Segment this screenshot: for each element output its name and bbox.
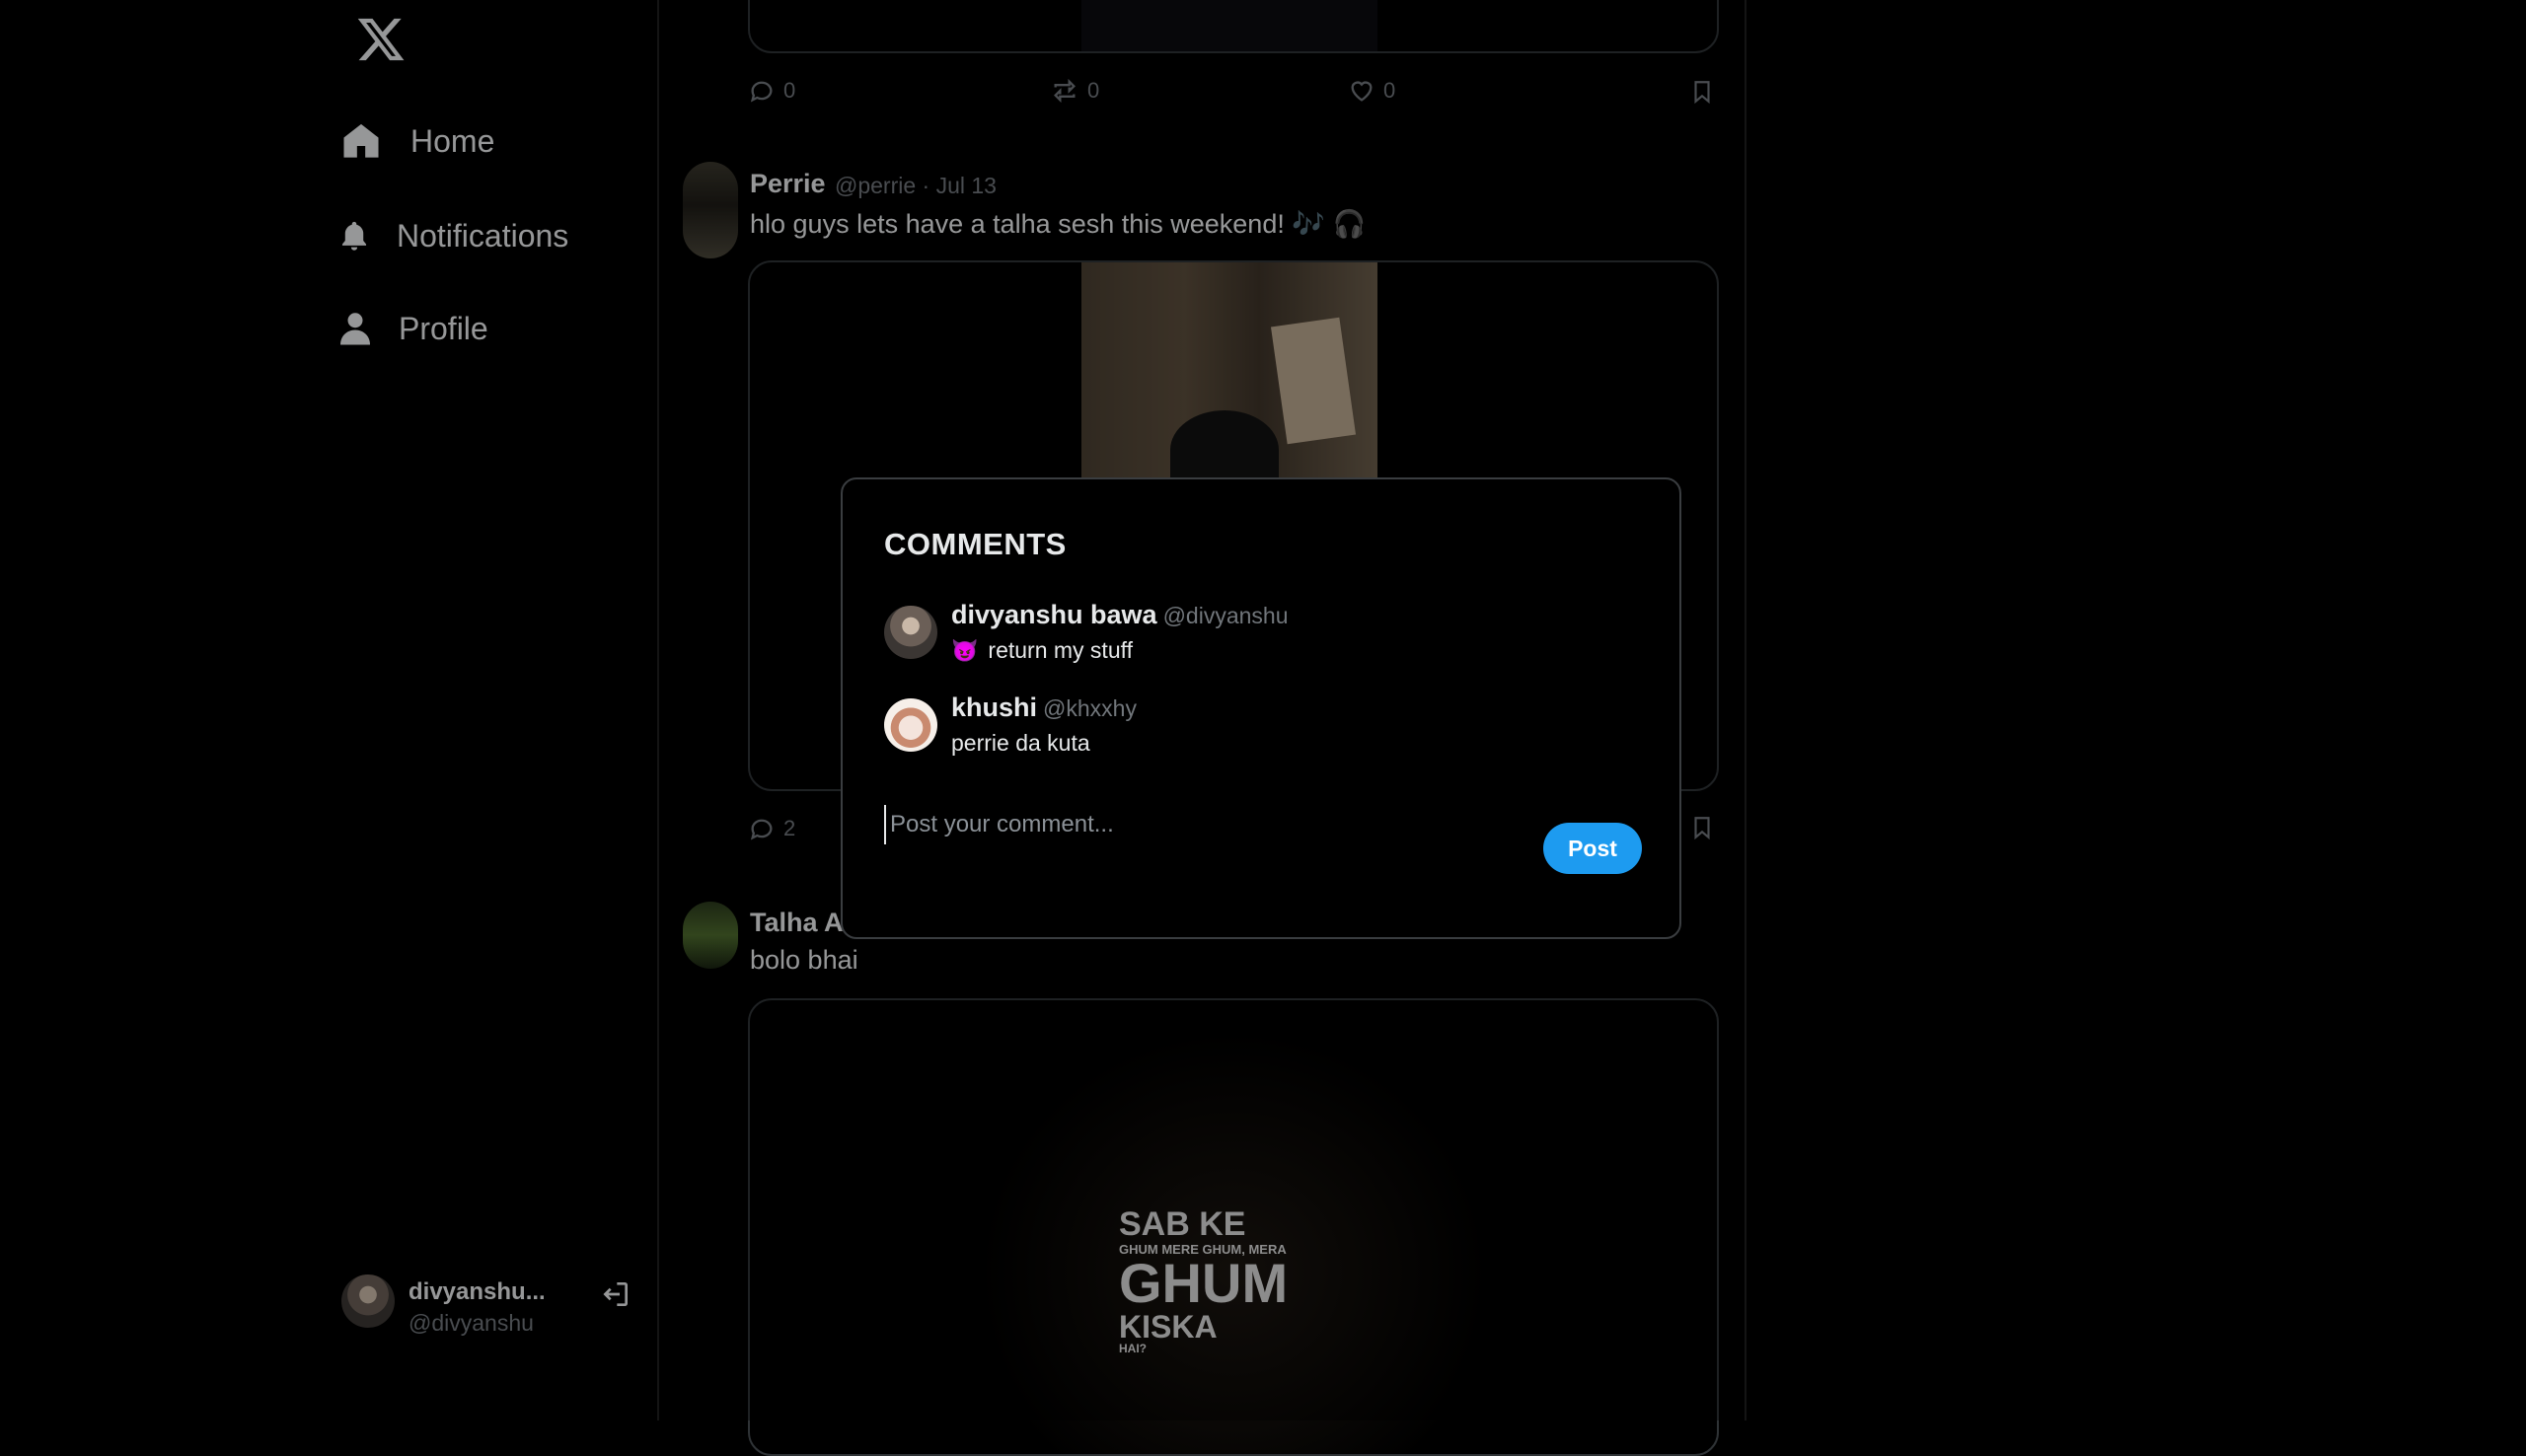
modal-title: COMMENTS [884,527,1067,561]
comment-author-handle: @khxxhy [1043,695,1137,721]
post-comment-button[interactable]: Post [1543,823,1642,874]
comment-text: perrie da kuta [951,730,1090,756]
avatar[interactable] [884,698,937,752]
comment-text: return my stuff [988,637,1133,663]
comment-input[interactable] [884,805,1522,844]
comment-item: khushi @khxxhy perrie da kuta [884,692,1634,762]
devil-emoji-icon: 😈 [951,637,979,663]
comment-author-name[interactable]: divyanshu bawa [951,600,1157,629]
comment-body: perrie da kuta [951,730,1090,757]
comment-author: divyanshu bawa @divyanshu [951,600,1289,630]
comments-modal: COMMENTS divyanshu bawa @divyanshu 😈 retu… [841,477,1681,939]
comment-author-name[interactable]: khushi [951,692,1037,722]
comment-body: 😈 return my stuff [951,637,1133,664]
comment-author-handle: @divyanshu [1162,603,1289,628]
comment-author: khushi @khxxhy [951,692,1137,723]
avatar[interactable] [884,606,937,659]
comment-item: divyanshu bawa @divyanshu 😈 return my stu… [884,600,1634,669]
